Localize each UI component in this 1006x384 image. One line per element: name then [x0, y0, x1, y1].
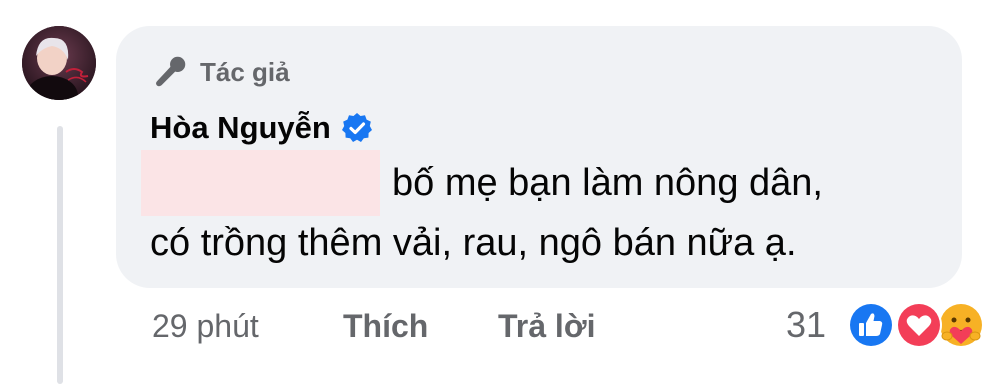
redacted-mention [141, 150, 380, 216]
author-name-row: Hòa Nguyễn [150, 108, 373, 148]
like-icon [848, 302, 894, 348]
avatar-image [22, 26, 96, 100]
comment-thread-line [57, 126, 63, 384]
comment-timestamp[interactable]: 29 phút [152, 308, 259, 345]
author-name[interactable]: Hòa Nguyễn [150, 110, 331, 146]
avatar[interactable] [22, 26, 96, 100]
reply-button[interactable]: Trả lời [498, 308, 595, 345]
microphone-icon [155, 56, 186, 87]
love-icon [896, 302, 942, 348]
comment-text-line-1: bố mẹ bạn làm nông dân, [392, 162, 823, 204]
reaction-count[interactable]: 31 [786, 304, 826, 346]
reaction-icons[interactable] [842, 300, 992, 352]
author-badge-label: Tác giả [200, 56, 290, 87]
like-button[interactable]: Thích [343, 308, 428, 345]
verified-badge-icon [341, 113, 372, 142]
author-badge: Tác giả [152, 54, 290, 90]
comment-text-line-2: có trồng thêm vải, rau, ngô bán nữa ạ. [150, 222, 797, 264]
